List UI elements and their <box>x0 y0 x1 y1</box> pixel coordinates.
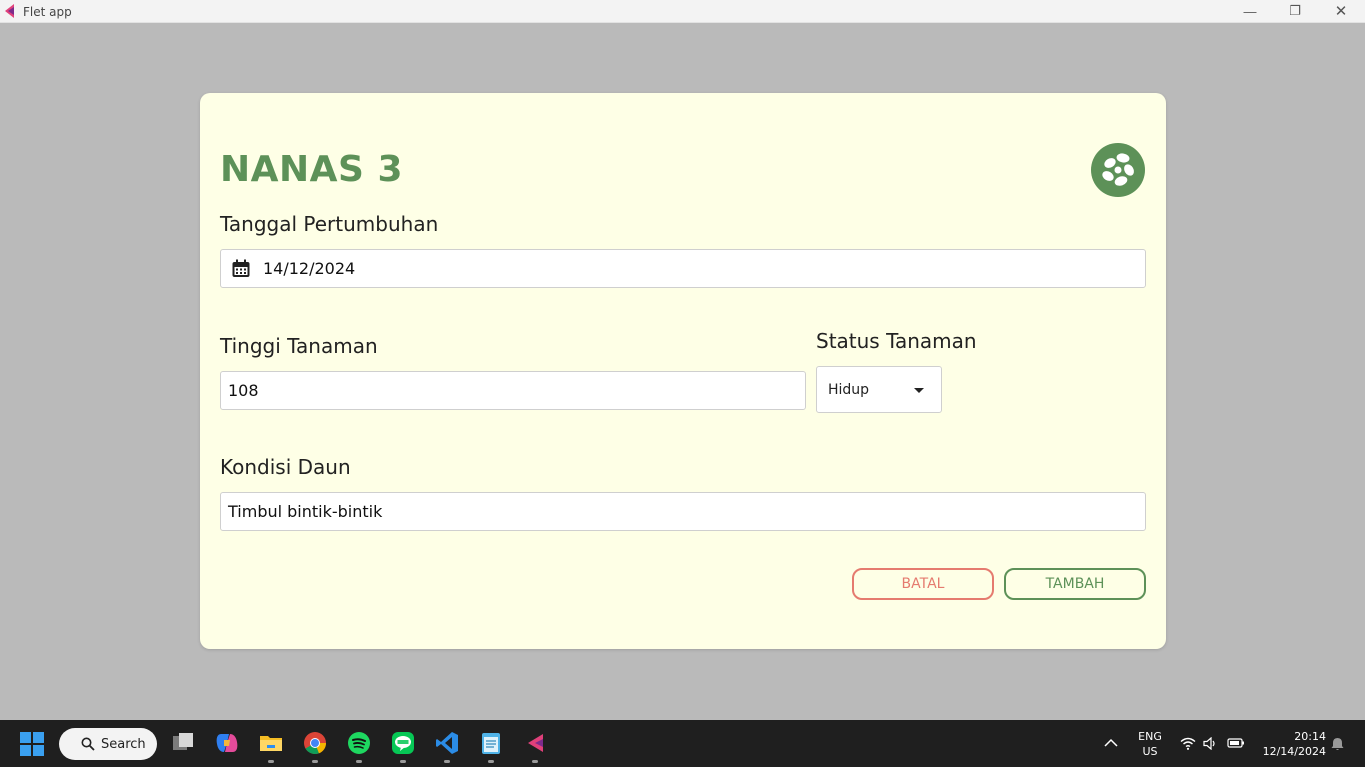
taskbar: Search ENG US 20:14 12/14/2024 <box>0 720 1365 767</box>
caret-down-icon <box>914 388 924 393</box>
line-icon[interactable] <box>391 731 415 755</box>
spotify-icon[interactable] <box>347 731 371 755</box>
search-label: Search <box>101 736 146 752</box>
chrome-icon[interactable] <box>303 731 327 755</box>
battery-icon[interactable] <box>1227 737 1245 749</box>
clock-date: 12/14/2024 <box>1262 745 1326 758</box>
search-icon <box>81 737 95 751</box>
add-button[interactable]: TAMBAH <box>1004 568 1146 600</box>
leaf-value: Timbul bintik-bintik <box>228 502 383 521</box>
running-indicator <box>312 760 318 763</box>
running-indicator <box>268 760 274 763</box>
notepad-icon[interactable] <box>479 731 503 755</box>
file-explorer-icon[interactable] <box>259 731 283 755</box>
status-value: Hidup <box>828 381 870 398</box>
restore-button[interactable]: ❐ <box>1272 0 1318 22</box>
running-indicator <box>356 760 362 763</box>
date-field[interactable]: 14/12/2024 <box>220 249 1146 288</box>
height-label: Tinggi Tanaman <box>220 334 378 358</box>
running-indicator <box>532 760 538 763</box>
running-indicator <box>444 760 450 763</box>
copilot-icon[interactable] <box>215 731 239 755</box>
window-titlebar: Flet app — ❐ ✕ <box>0 0 1365 23</box>
close-button[interactable]: ✕ <box>1318 0 1364 22</box>
status-label: Status Tanaman <box>816 329 977 353</box>
flet-icon[interactable] <box>523 731 547 755</box>
task-view-icon[interactable] <box>171 731 195 755</box>
calendar-icon <box>232 259 250 277</box>
running-indicator <box>488 760 494 763</box>
height-input[interactable]: 108 <box>220 371 806 410</box>
wifi-icon[interactable] <box>1180 737 1196 750</box>
date-value: 14/12/2024 <box>263 259 356 278</box>
window-title: Flet app <box>23 5 72 19</box>
language-indicator[interactable]: ENG US <box>1134 729 1166 759</box>
chevron-up-icon[interactable] <box>1104 738 1118 748</box>
height-value: 108 <box>228 381 259 400</box>
clock[interactable]: 20:14 12/14/2024 <box>1258 729 1326 759</box>
notification-bell-icon[interactable] <box>1331 737 1344 751</box>
region-code: US <box>1142 745 1158 758</box>
language-code: ENG <box>1138 730 1162 743</box>
status-dropdown[interactable]: Hidup <box>816 366 942 413</box>
running-indicator <box>400 760 406 763</box>
windows-start-icon[interactable] <box>20 732 44 756</box>
page-title: NANAS 3 <box>220 149 403 190</box>
minimize-button[interactable]: — <box>1227 0 1273 22</box>
taskbar-search[interactable]: Search <box>59 728 157 760</box>
volume-icon[interactable] <box>1203 737 1218 750</box>
clock-time: 20:14 <box>1294 730 1326 743</box>
vscode-icon[interactable] <box>435 731 459 755</box>
leaf-label: Kondisi Daun <box>220 455 351 479</box>
flet-app-icon <box>5 4 14 18</box>
cancel-button[interactable]: BATAL <box>852 568 994 600</box>
date-label: Tanggal Pertumbuhan <box>220 212 439 236</box>
plant-form-card: NANAS 3 Tanggal Pertumbuhan 14/12/2024 T… <box>200 93 1166 649</box>
leaf-condition-input[interactable]: Timbul bintik-bintik <box>220 492 1146 531</box>
flower-icon <box>1091 143 1145 197</box>
